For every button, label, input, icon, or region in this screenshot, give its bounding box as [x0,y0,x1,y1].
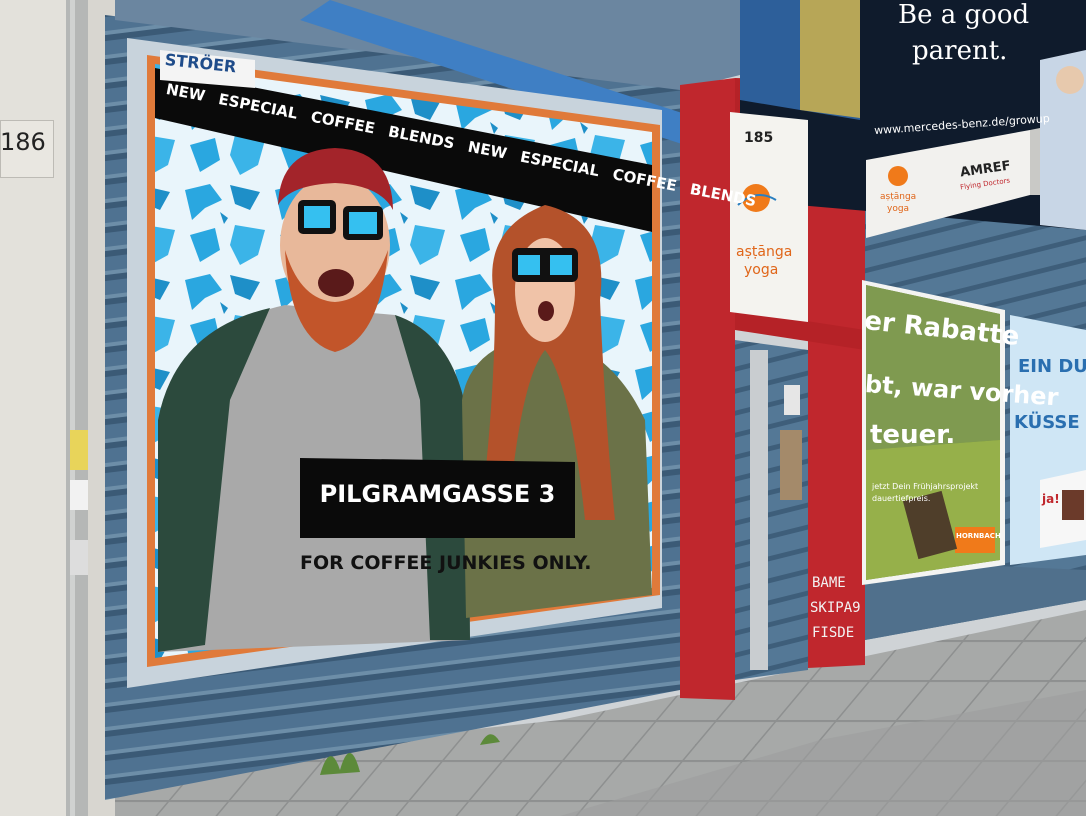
yoga-sign-line2: yoga [744,262,779,278]
amref-left-line2: yoga [887,204,910,214]
hornbach-line-3: teuer. [870,420,956,450]
graffiti-3: FISDE [812,625,855,641]
address-text: PILGRAMGASSE 3 [319,480,556,508]
door-number-185: 185 [744,130,774,146]
tagline-text: FOR COFFEE JUNKIES ONLY. [300,552,592,574]
house-number-186: 186 [0,128,46,156]
graffiti-1: BAME [812,575,846,591]
mercedes-headline-2: parent. [912,36,1008,66]
ja-badge: ja! [1042,492,1060,506]
mercedes-headline-1: Be a good [898,0,1030,30]
hornbach-logo: HORNBACH [956,532,1001,540]
amref-left-line1: aṣṭānga [880,192,917,202]
blue-poster-line-1: EIN DUTZEND [1018,356,1086,377]
yoga-sign-line1: aṣṭānga [736,244,793,260]
blue-poster-line-2: KÜSSE FÜR 1,2 [1014,412,1086,433]
graffiti-2: SKIPA9 [810,600,861,616]
hornbach-small-1: jetzt Dein Frühjahrsprojekt [872,482,979,491]
hornbach-small-2: dauertiefpreis. [872,494,931,503]
street-scene: STRÖER NEW ESPECIAL COFFEE BLENDS NEW ES… [0,0,1086,816]
